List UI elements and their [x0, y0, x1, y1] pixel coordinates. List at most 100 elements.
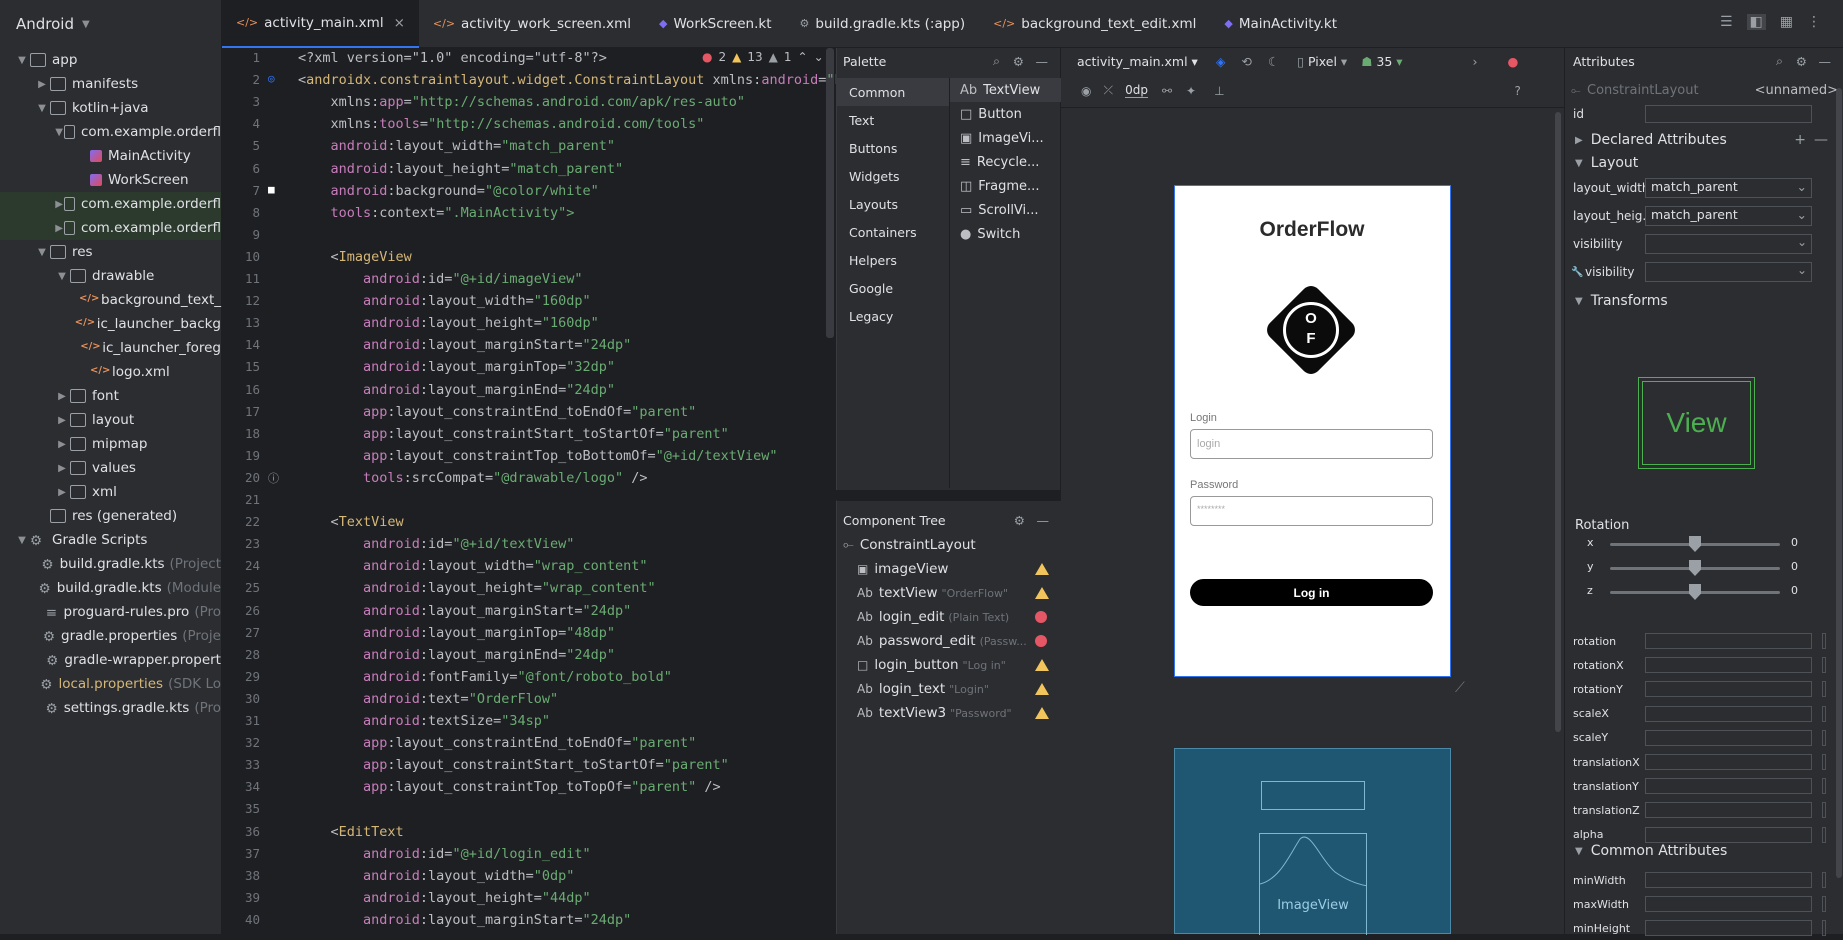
minimize-icon[interactable]: — — [1036, 54, 1049, 69]
palette-item[interactable]: ▭ ScrollVi... — [950, 198, 1061, 222]
component-tree-item[interactable]: Ab login_edit (Plain Text) — [837, 605, 1061, 629]
palette-item[interactable]: Ab TextView — [950, 78, 1061, 102]
editor-tab[interactable]: </> activity_main.xml × — [222, 0, 419, 48]
palette-category[interactable]: Legacy — [837, 302, 949, 330]
warning-icon[interactable] — [1035, 563, 1049, 575]
blueprint-preview[interactable]: ImageView — [1174, 748, 1451, 935]
attribute-field[interactable] — [1645, 802, 1812, 819]
component-tree-item[interactable]: ▣ imageView — [837, 557, 1061, 581]
attribute-field[interactable] — [1645, 681, 1812, 698]
tree-item[interactable]: ⚙ local.properties (SDK Lo — [0, 672, 221, 696]
attribute-picker[interactable] — [1822, 633, 1826, 649]
design-preview[interactable]: OrderFlow O F Login login Password *****… — [1174, 185, 1451, 677]
attribute-field[interactable] — [1645, 729, 1812, 746]
tree-item[interactable]: ▼ app — [0, 48, 221, 72]
attribute-field[interactable] — [1645, 754, 1812, 770]
palette-item[interactable]: ≡ Recycle... — [950, 150, 1061, 174]
tree-item[interactable]: ▼ res — [0, 240, 221, 264]
chevron-up-icon[interactable]: ⌃ — [798, 50, 808, 64]
component-tree-item[interactable]: Ab login_text "Login" — [837, 677, 1061, 701]
warning-icon[interactable] — [1035, 659, 1049, 671]
tree-item[interactable]: </> ic_launcher_foreg — [0, 336, 221, 360]
default-margin-field[interactable]: 0dp — [1125, 83, 1148, 98]
attribute-field[interactable] — [1645, 778, 1812, 795]
login-input[interactable] — [1190, 429, 1433, 459]
tree-item[interactable]: res (generated) — [0, 504, 221, 528]
editor-tab[interactable]: </> background_text_edit.xml — [979, 0, 1210, 48]
tree-item[interactable]: ▶ mipmap — [0, 432, 221, 456]
tree-item[interactable]: ⚙ build.gradle.kts (Module — [0, 576, 221, 600]
layout-section[interactable]: ▼ Layout — [1565, 150, 1843, 176]
palette-category[interactable]: Widgets — [837, 162, 949, 190]
tree-item[interactable]: ▶ values — [0, 456, 221, 480]
component-tree-item[interactable]: Ab textView3 "Password" — [837, 701, 1061, 725]
component-tree-item[interactable]: □ login_button "Log in" — [837, 653, 1061, 677]
design-view-icon[interactable]: ▦ — [1780, 14, 1793, 30]
design-scrollbar[interactable] — [1555, 112, 1561, 732]
error-icon[interactable] — [1035, 635, 1047, 647]
tree-item[interactable]: ▶ font — [0, 384, 221, 408]
component-tree-item[interactable]: Ab textView "OrderFlow" — [837, 581, 1061, 605]
palette-category[interactable]: Buttons — [837, 134, 949, 162]
warning-icon[interactable] — [1035, 587, 1049, 599]
orientation-icon[interactable]: ⟲ — [1241, 54, 1251, 69]
component-tree-item[interactable]: Ab password_edit (Passw... — [837, 629, 1061, 653]
palette-category[interactable]: Common — [837, 78, 949, 106]
autoconnect-icon[interactable]: ⤫ — [1103, 83, 1113, 98]
layout-height-dropdown[interactable]: match_parent ⌄ — [1645, 206, 1812, 226]
transforms-section[interactable]: ▼ Transforms — [1565, 288, 1843, 314]
attribute-field[interactable] — [1645, 633, 1812, 649]
tree-item[interactable]: ▶ com.example.orderfl — [0, 192, 221, 216]
tree-item[interactable]: ▼ com.example.orderfl — [0, 120, 221, 144]
attributes-scrollbar[interactable] — [1836, 88, 1842, 878]
attribute-field[interactable] — [1645, 705, 1812, 722]
tree-item[interactable]: ▼ drawable — [0, 264, 221, 288]
tree-item[interactable]: MainActivity — [0, 144, 221, 168]
night-mode-icon[interactable]: ☾ — [1268, 54, 1279, 69]
attribute-field[interactable] — [1645, 657, 1812, 674]
editor-tab[interactable]: </> activity_work_screen.xml — [419, 0, 645, 48]
api-dropdown[interactable]: ☗ 35 ▾ — [1361, 54, 1402, 69]
chevron-down-icon[interactable]: ⌄ — [814, 50, 824, 64]
attribute-picker[interactable] — [1822, 802, 1826, 819]
attribute-picker[interactable] — [1822, 657, 1826, 674]
attribute-field[interactable] — [1645, 872, 1812, 888]
attribute-picker[interactable] — [1822, 705, 1826, 722]
attribute-picker[interactable] — [1822, 754, 1826, 770]
code-editor[interactable]: 1 2 3 4 5 6 7 8 9 10 11 12 13 14 15 16 17 18 19 20 21 22 23 24 2… — [222, 48, 836, 934]
error-icon[interactable]: ● — [1508, 54, 1519, 69]
remove-icon[interactable]: — — [1814, 132, 1828, 148]
attribute-field[interactable] — [1645, 896, 1812, 913]
device-dropdown[interactable]: ▯ Pixel ▾ — [1297, 54, 1347, 69]
attribute-picker[interactable] — [1822, 778, 1826, 795]
close-icon[interactable]: × — [394, 15, 405, 31]
file-dropdown[interactable]: activity_main.xml ▾ — [1077, 54, 1198, 69]
attribute-picker[interactable] — [1822, 729, 1826, 746]
palette-item[interactable]: □ Button — [950, 102, 1061, 126]
layout-width-dropdown[interactable]: match_parent ⌄ — [1645, 178, 1812, 198]
tree-item[interactable]: ▶ com.example.orderfl — [0, 216, 221, 240]
tree-item[interactable]: WorkScreen — [0, 168, 221, 192]
tree-item[interactable]: ▼ kotlin+java — [0, 96, 221, 120]
id-field[interactable] — [1645, 105, 1812, 123]
editor-scrollbar[interactable] — [826, 48, 834, 338]
tree-item[interactable]: </> ic_launcher_backg — [0, 312, 221, 336]
tree-item[interactable]: </> background_text_ — [0, 288, 221, 312]
eye-icon[interactable]: ◉ — [1081, 84, 1091, 98]
minimize-icon[interactable]: — — [1037, 513, 1050, 528]
tree-item[interactable]: ⚙ build.gradle.kts (Project — [0, 552, 221, 576]
editor-tab[interactable]: ◆ WorkScreen.kt — [645, 0, 785, 48]
attribute-picker[interactable] — [1822, 896, 1826, 913]
slider-thumb[interactable] — [1689, 584, 1701, 600]
search-icon[interactable]: ⌕ — [1776, 53, 1783, 69]
layers-icon[interactable]: ◈ — [1216, 54, 1226, 69]
palette-item[interactable]: ▣ ImageVi... — [950, 126, 1061, 150]
tree-item[interactable]: </> logo.xml — [0, 360, 221, 384]
guidelines-icon[interactable]: ⊥ — [1214, 84, 1224, 98]
palette-category[interactable]: Layouts — [837, 190, 949, 218]
palette-category[interactable]: Text — [837, 106, 949, 134]
infer-constraints-icon[interactable]: ✦ — [1186, 84, 1196, 98]
tools-visibility-dropdown[interactable]: ⌄ — [1645, 262, 1812, 282]
palette-category[interactable]: Google — [837, 274, 949, 302]
common-attributes-section[interactable]: ▼ Common Attributes — [1565, 838, 1843, 864]
